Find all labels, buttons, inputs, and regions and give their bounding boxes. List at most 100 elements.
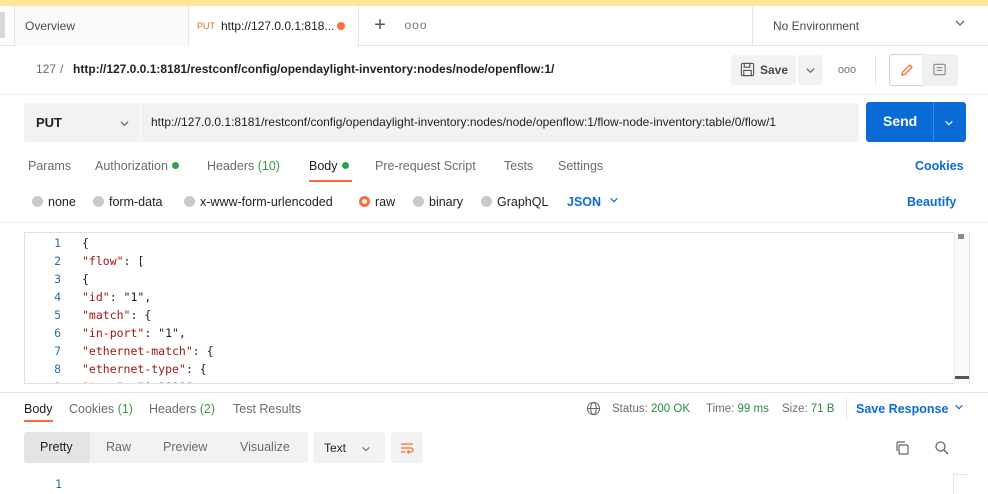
save-response-button[interactable]: Save Response	[856, 402, 964, 416]
radio-form-data-label: form-data	[109, 195, 163, 209]
tab-overview-label: Overview	[25, 19, 76, 33]
copy-icon[interactable]	[894, 440, 910, 456]
tab-authorization[interactable]: Authorization	[95, 159, 179, 173]
line-number: 5	[54, 308, 61, 322]
chevron-down-icon	[955, 404, 964, 410]
environment-select[interactable]: No Environment	[752, 6, 988, 46]
document-icon	[933, 63, 946, 76]
radio-circle-icon	[93, 196, 104, 207]
radio-none-label: none	[48, 195, 76, 209]
tab-method-badge: PUT	[197, 21, 215, 31]
chevron-down-icon	[610, 197, 618, 203]
globe-icon[interactable]	[586, 401, 601, 416]
tab-authorization-label: Authorization	[95, 159, 168, 173]
json-value: : {	[192, 344, 214, 358]
response-divider[interactable]	[0, 392, 988, 393]
response-scrollbar[interactable]	[953, 474, 968, 494]
response-tab-body[interactable]: Body	[24, 402, 53, 416]
body-format-select[interactable]: JSON	[567, 195, 619, 209]
code-line: "id": "1",	[82, 290, 151, 304]
request-body-editor[interactable]: 1{2 "flow": [3{4 "id": "1", 5 "match": {6 "in…	[24, 232, 970, 384]
json-key: "id"	[82, 290, 110, 304]
response-cookies-count: (1)	[117, 402, 133, 416]
radio-graphql[interactable]: GraphQL	[481, 195, 548, 209]
line-number: 3	[54, 272, 61, 286]
json-value: : {	[130, 308, 152, 322]
radio-raw[interactable]: raw	[359, 195, 395, 209]
beautify-link[interactable]: Beautify	[907, 195, 956, 209]
save-options-dropdown[interactable]	[798, 55, 823, 85]
tab-active-request[interactable]: PUT http://127.0.0.1:818...	[189, 6, 359, 47]
view-pretty-label[interactable]: Pretty	[40, 440, 73, 454]
cookies-link[interactable]: Cookies	[915, 159, 964, 173]
radio-binary[interactable]: binary	[413, 195, 463, 209]
scrollbar-resize-handle[interactable]	[955, 376, 969, 379]
http-method-select[interactable]: PUT	[24, 103, 140, 142]
response-tab-cookies[interactable]: Cookies (1)	[69, 402, 133, 416]
chevron-down-icon[interactable]	[944, 118, 954, 128]
tab-params[interactable]: Params	[28, 159, 71, 173]
radio-graphql-label: GraphQL	[497, 195, 549, 209]
response-tab-test-results[interactable]: Test Results	[233, 402, 301, 416]
section-divider	[0, 222, 988, 223]
wrap-lines-button[interactable]	[391, 432, 423, 463]
active-tab-indicator	[24, 420, 53, 422]
view-raw-button[interactable]: Raw	[106, 440, 131, 454]
line-number: 2	[54, 254, 61, 268]
radio-urlencoded[interactable]: x-www-form-urlencoded	[184, 195, 333, 209]
tab-scroll-left[interactable]	[0, 12, 5, 38]
tab-settings[interactable]: Settings	[558, 159, 603, 173]
line-number: 9	[35, 380, 61, 383]
toolbar-divider	[875, 55, 876, 85]
editor-scrollbar[interactable]	[954, 232, 969, 384]
scrollbar-thumb[interactable]	[958, 234, 964, 239]
search-icon[interactable]	[934, 440, 950, 456]
radio-none[interactable]: none	[32, 195, 76, 209]
tab-body-label: Body	[309, 159, 338, 173]
json-value: : [	[123, 254, 145, 268]
code-line: "ethernet-match": {	[82, 344, 214, 358]
tab-more-icon[interactable]: ooo	[404, 10, 428, 40]
send-button-label: Send	[883, 113, 918, 129]
radio-raw-label: raw	[375, 195, 396, 209]
headers-count: (10)	[257, 159, 280, 173]
tab-body[interactable]: Body	[309, 159, 349, 173]
response-time: Time: 99 ms	[706, 403, 769, 415]
save-icon	[740, 62, 755, 77]
radio-binary-label: binary	[429, 195, 464, 209]
radio-form-data[interactable]: form-data	[93, 195, 163, 209]
environment-label: No Environment	[773, 19, 860, 33]
url-input-value: http://127.0.0.1:8181/restconf/config/op…	[151, 115, 777, 129]
response-tab-cookies-label: Cookies	[69, 402, 115, 416]
body-format-label: JSON	[567, 195, 602, 209]
json-key: "match"	[82, 308, 131, 322]
new-tab-plus-icon[interactable]: +	[368, 10, 392, 40]
line-number: 1	[54, 236, 61, 250]
send-button-divider	[933, 102, 934, 142]
view-visualize-button[interactable]: Visualize	[240, 440, 290, 454]
save-button[interactable]: Save	[731, 55, 796, 85]
view-preview-button[interactable]: Preview	[163, 440, 207, 454]
tab-overview[interactable]: Overview	[14, 6, 189, 46]
chevron-down-icon	[120, 121, 129, 127]
tab-headers[interactable]: Headers (10)	[207, 159, 280, 173]
response-tab-headers-label: Headers	[149, 402, 197, 416]
status-dot-icon	[341, 162, 349, 169]
radio-circle-icon	[32, 196, 43, 207]
response-format-select[interactable]: Text	[313, 432, 385, 463]
response-line-number: 1	[55, 477, 62, 491]
documentation-button[interactable]	[922, 54, 958, 86]
tab-prerequest-script[interactable]: Pre-request Script	[375, 159, 476, 173]
url-input[interactable]: http://127.0.0.1:8181/restconf/config/op…	[141, 103, 859, 142]
edit-button[interactable]	[889, 54, 925, 86]
request-name[interactable]: http://127.0.0.1:8181/restconf/config/op…	[73, 62, 554, 76]
more-actions-icon[interactable]: ooo	[835, 55, 859, 85]
unsaved-dot-icon	[337, 22, 345, 30]
response-tab-headers[interactable]: Headers (2)	[149, 402, 215, 416]
tab-tests[interactable]: Tests	[504, 159, 533, 173]
breadcrumb-collection[interactable]: 127	[36, 62, 56, 76]
time-value: 99 ms	[737, 403, 769, 415]
json-value: : "1",	[144, 326, 186, 340]
send-button[interactable]: Send	[866, 102, 966, 142]
save-response-label: Save Response	[856, 402, 949, 416]
